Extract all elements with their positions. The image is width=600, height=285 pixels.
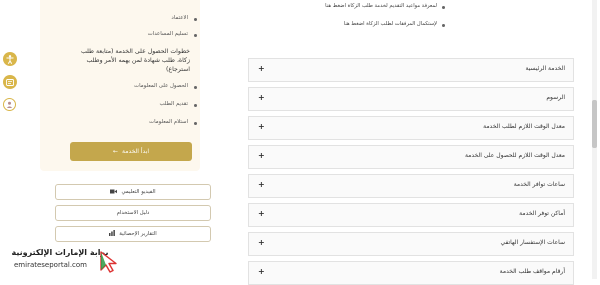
plus-icon: + <box>258 180 265 189</box>
bullet-dot <box>194 122 197 125</box>
step-item: استلام المعلومات <box>149 119 188 125</box>
cursor-arrow-icon <box>98 250 122 278</box>
start-service-button[interactable]: ابدأ الخدمة ← <box>70 142 192 161</box>
video-tutorial-button[interactable]: الفيديو التعليمي <box>55 184 211 200</box>
accordion-title: ساعات الإستفسار الهاتفي <box>500 239 565 246</box>
chart-icon <box>109 230 116 238</box>
accordion-title: أرقام مواقف طلب الخدمة <box>499 268 565 275</box>
accordion-title: معدل الوقت اللازم لطلب الخدمة <box>483 123 565 130</box>
start-service-label: ابدأ الخدمة <box>122 148 150 155</box>
accordion-title: ساعات توافر الخدمة <box>513 181 565 188</box>
accordion-service-hours[interactable]: + ساعات توافر الخدمة <box>248 174 574 198</box>
top-link[interactable]: لمعرفة مواعيد التقديم لخدمة طلب الزكاة ا… <box>325 3 437 9</box>
video-tutorial-label: الفيديو التعليمي <box>121 189 156 195</box>
accordion-title: الخدمة الرئيسية <box>525 65 565 72</box>
language-icon[interactable] <box>3 75 17 89</box>
plus-icon: + <box>258 93 265 102</box>
step-item: تسليم المساعدات <box>147 31 188 37</box>
bullet-dot <box>442 6 445 9</box>
step-item: الاعتماد <box>171 15 188 21</box>
accordion-request-time[interactable]: + معدل الوقت اللازم لطلب الخدمة <box>248 116 574 140</box>
top-link[interactable]: لإستكمال المرفقات لطلب الزكاة اضغط هنا <box>344 21 437 27</box>
user-profile-icon[interactable] <box>3 98 16 111</box>
scrollbar-thumb[interactable] <box>592 100 597 148</box>
video-icon <box>110 189 118 196</box>
accordion-phone-hours[interactable]: + ساعات الإستفسار الهاتفي <box>248 232 574 256</box>
accordion-title: معدل الوقت اللازم للحصول على الخدمة <box>464 152 565 159</box>
user-guide-label: دليل الاستخدام <box>116 210 150 216</box>
plus-icon: + <box>258 122 265 131</box>
accordion-title: الرسوم <box>546 94 565 101</box>
plus-icon: + <box>258 267 265 276</box>
steps-heading: خطوات الحصول على الخدمة (متابعة طلب زكاة… <box>80 48 190 73</box>
plus-icon: + <box>258 151 265 160</box>
accordion-fees[interactable]: + الرسوم <box>248 87 574 111</box>
plus-icon: + <box>258 64 265 73</box>
user-guide-button[interactable]: دليل الاستخدام <box>55 205 211 221</box>
bullet-dot <box>194 86 197 89</box>
step-item: تقديم الطلب <box>159 101 189 107</box>
step-item: الحصول على المعلومات <box>134 83 188 89</box>
accordion-service-locations[interactable]: + أماكن توفر الخدمة <box>248 203 574 227</box>
logo-arabic-text: بوابة الإمارات الإلكترونية <box>11 248 109 257</box>
bullet-dot <box>194 34 197 37</box>
bullet-dot <box>194 18 197 21</box>
bullet-dot <box>194 104 197 107</box>
logo-english-text: emirateseportal.com <box>14 261 88 269</box>
accordion-delivery-time[interactable]: + معدل الوقت اللازم للحصول على الخدمة <box>248 145 574 169</box>
statistics-reports-button[interactable]: التقارير الإحصائية <box>55 226 211 242</box>
plus-icon: + <box>258 238 265 247</box>
statistics-reports-label: التقارير الإحصائية <box>119 231 157 237</box>
arrow-left-icon: ← <box>112 148 119 155</box>
accordion-main-service[interactable]: + الخدمة الرئيسية <box>248 58 574 82</box>
plus-icon: + <box>258 209 265 218</box>
accordion-request-points[interactable]: + أرقام مواقف طلب الخدمة <box>248 261 574 285</box>
accessibility-icon[interactable] <box>3 52 17 66</box>
accordion-title: أماكن توفر الخدمة <box>519 210 565 217</box>
bullet-dot <box>442 24 445 27</box>
